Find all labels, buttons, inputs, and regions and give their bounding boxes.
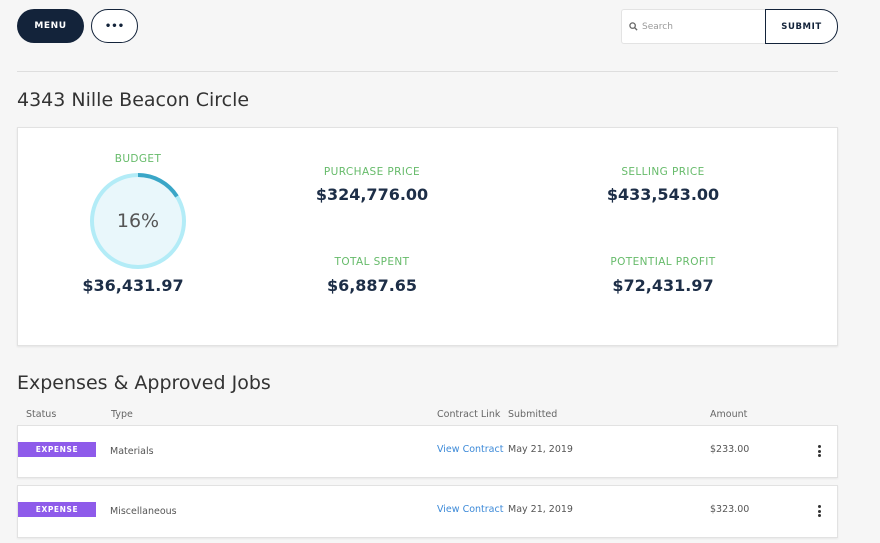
expense-row[interactable]: EXPENSE Materials View Contract May 21, …	[17, 425, 838, 478]
search-icon	[629, 22, 638, 31]
menu-button[interactable]: MENU	[17, 9, 84, 43]
submitted-date: May 21, 2019	[508, 504, 573, 515]
budget-percent: 16%	[116, 210, 160, 232]
column-header-submitted: Submitted	[508, 409, 558, 420]
column-header-amount: Amount	[710, 409, 748, 420]
expenses-section-title: Expenses & Approved Jobs	[17, 372, 271, 394]
selling-price-label: SELLING PRICE	[621, 166, 705, 178]
summary-card: BUDGET 16% $36,431.97 PURCHASE PRICE $32…	[17, 127, 838, 346]
selling-price-value: $433,543.00	[606, 185, 720, 204]
row-options-icon[interactable]	[815, 444, 823, 458]
total-spent-value: $6,887.65	[326, 276, 418, 295]
expense-amount: $323.00	[710, 504, 750, 515]
view-contract-link[interactable]: View Contract	[437, 504, 503, 515]
column-header-status: Status	[26, 409, 57, 420]
potential-profit-label: POTENTIAL PROFIT	[610, 256, 716, 268]
expense-amount: $233.00	[710, 444, 750, 455]
header-divider	[17, 71, 838, 72]
search-input[interactable]	[642, 21, 757, 32]
view-contract-link[interactable]: View Contract	[437, 444, 503, 455]
expense-type: Materials	[110, 446, 154, 457]
column-header-type: Type	[111, 409, 133, 420]
row-options-icon[interactable]	[815, 504, 823, 518]
more-options-button[interactable]: •••	[91, 9, 138, 43]
potential-profit-value: $72,431.97	[612, 276, 714, 295]
page-title: 4343 Nille Beacon Circle	[17, 89, 250, 111]
expense-type: Miscellaneous	[110, 506, 177, 517]
status-badge: EXPENSE	[18, 442, 96, 457]
budget-value: $36,431.97	[82, 276, 184, 295]
status-badge: EXPENSE	[18, 502, 96, 517]
submit-button[interactable]: SUBMIT	[765, 9, 838, 44]
budget-label: BUDGET	[114, 153, 162, 165]
total-spent-label: TOTAL SPENT	[334, 256, 410, 268]
search-box[interactable]	[621, 9, 767, 44]
purchase-price-value: $324,776.00	[315, 185, 429, 204]
purchase-price-label: PURCHASE PRICE	[323, 166, 421, 178]
submitted-date: May 21, 2019	[508, 444, 573, 455]
expense-row[interactable]: EXPENSE Miscellaneous View Contract May …	[17, 485, 838, 538]
column-header-contract-link: Contract Link	[437, 409, 501, 420]
